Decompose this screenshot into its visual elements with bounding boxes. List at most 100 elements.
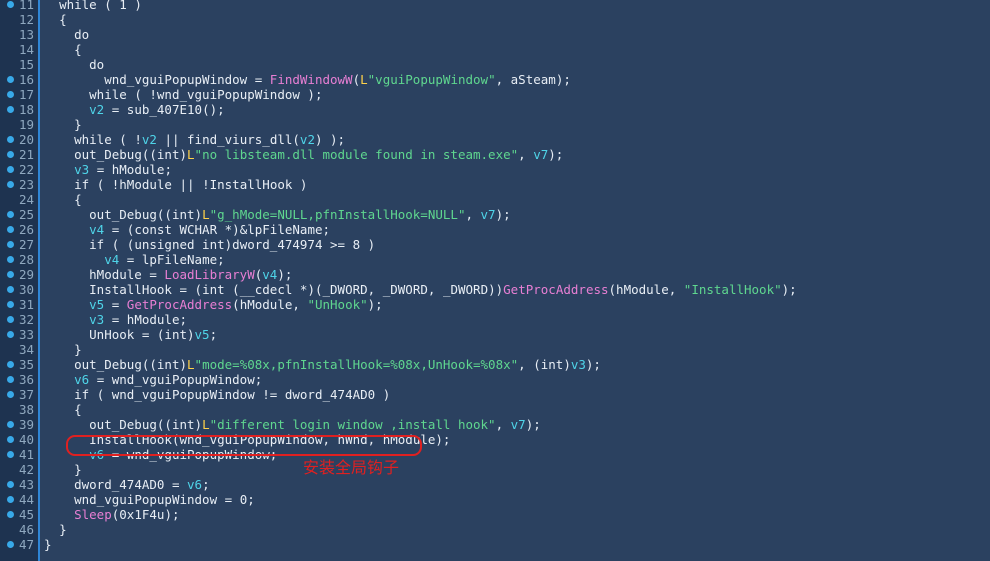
code-line[interactable]: 35 out_Debug((int)L"mode=%08x,pfnInstall… (0, 357, 990, 372)
code-text[interactable]: InstallHook = (int (__cdecl *)(_DWORD, _… (44, 282, 797, 297)
code-line[interactable]: 25 out_Debug((int)L"g_hMode=NULL,pfnInst… (0, 207, 990, 222)
token-ident: InstallHook (89, 282, 172, 297)
code-text[interactable]: while ( !wnd_vguiPopupWindow ); (44, 87, 322, 102)
code-text[interactable]: { (44, 42, 82, 57)
code-text[interactable]: dword_474AD0 = v6; (44, 477, 209, 492)
code-line[interactable]: 36 v6 = wnd_vguiPopupWindow; (0, 372, 990, 387)
code-line[interactable]: 15 do (0, 57, 990, 72)
code-text[interactable]: if ( !hModule || !InstallHook ) (44, 177, 307, 192)
code-line[interactable]: 13 do (0, 27, 990, 42)
code-line[interactable]: 26 v4 = (const WCHAR *)&lpFileName; (0, 222, 990, 237)
code-line[interactable]: 43 dword_474AD0 = v6; (0, 477, 990, 492)
code-text[interactable]: { (44, 192, 82, 207)
code-text[interactable]: do (44, 57, 104, 72)
token-plain: { (74, 402, 82, 417)
token-type: int (171, 207, 195, 222)
token-ident: lpFileName (141, 252, 218, 267)
token-fn: LoadLibraryW (164, 267, 255, 282)
code-text[interactable]: out_Debug((int)L"no libsteam.dll module … (44, 147, 563, 162)
code-text[interactable]: } (44, 342, 82, 357)
code-line[interactable]: 22 v3 = hModule; (0, 162, 990, 177)
token-var: v7 (480, 207, 496, 222)
code-line[interactable]: 18 v2 = sub_407E10(); (0, 102, 990, 117)
code-text[interactable]: v4 = lpFileName; (44, 252, 224, 267)
code-line[interactable]: 34 } (0, 342, 990, 357)
code-text[interactable]: out_Debug((int)L"mode=%08x,pfnInstallHoo… (44, 357, 601, 372)
decompiler-pseudocode-view[interactable]: 11 while ( 1 ) 12 {13 do 14 {15 do 16 wnd_v… (0, 0, 990, 561)
code-line[interactable]: 19 } (0, 117, 990, 132)
code-text[interactable]: InstallHook(wnd_vguiPopupWindow, hWnd, h… (44, 432, 450, 447)
code-line[interactable]: 12 { (0, 12, 990, 27)
code-line[interactable]: 32 v3 = hModule; (0, 312, 990, 327)
code-text[interactable]: { (44, 12, 67, 27)
token-fn: FindWindowW (269, 72, 353, 87)
token-type: _DWORD (322, 282, 368, 297)
code-line[interactable]: 42 } (0, 462, 990, 477)
code-line[interactable]: 33 UnHook = (int)v5; (0, 327, 990, 342)
token-plain: (( (156, 207, 172, 222)
code-text[interactable]: v2 = sub_407E10(); (44, 102, 224, 117)
token-plain: ); (435, 432, 451, 447)
code-line[interactable]: 38 { (0, 402, 990, 417)
code-line[interactable]: 14 { (0, 42, 990, 57)
code-line[interactable]: 46 } (0, 522, 990, 537)
code-line[interactable]: 30 InstallHook = (int (__cdecl *)(_DWORD… (0, 282, 990, 297)
code-text[interactable]: } (44, 522, 67, 537)
code-text[interactable]: if ( (unsigned int)dword_474974 >= 8 ) (44, 237, 375, 252)
code-line[interactable]: 37 if ( wnd_vguiPopupWindow != dword_474… (0, 387, 990, 402)
token-var: v6 (74, 372, 90, 387)
code-text[interactable]: while ( !v2 || find_viurs_dll(v2) ); (44, 132, 345, 147)
code-line[interactable]: 39 out_Debug((int)L"different login wind… (0, 417, 990, 432)
code-line[interactable]: 45 Sleep(0x1F4u); (0, 507, 990, 522)
token-plain: *)( (292, 282, 323, 297)
token-type: int (156, 147, 180, 162)
code-line[interactable]: 41 v6 = wnd_vguiPopupWindow; (0, 447, 990, 462)
code-line[interactable]: 44 wnd_vguiPopupWindow = 0; (0, 492, 990, 507)
token-str: "mode=%08x,pfnInstallHook=%08x,UnHook=%0… (194, 357, 519, 372)
code-line[interactable]: 20 while ( !v2 || find_viurs_dll(v2) ); (0, 132, 990, 147)
token-pfx: L (202, 417, 210, 432)
code-line[interactable]: 27 if ( (unsigned int)dword_474974 >= 8 … (0, 237, 990, 252)
token-ident: hModule (382, 432, 436, 447)
code-text[interactable]: } (44, 117, 82, 132)
code-line[interactable]: 47} (0, 537, 990, 552)
code-text[interactable]: v5 = GetProcAddress(hModule, "UnHook"); (44, 297, 383, 312)
code-text[interactable]: out_Debug((int)L"g_hMode=NULL,pfnInstall… (44, 207, 511, 222)
code-text[interactable]: v4 = (const WCHAR *)&lpFileName; (44, 222, 330, 237)
code-line[interactable]: 28 v4 = lpFileName; (0, 252, 990, 267)
code-text[interactable]: out_Debug((int)L"different login window … (44, 417, 541, 432)
code-line[interactable]: 29 hModule = LoadLibraryW(v4); (0, 267, 990, 282)
code-line[interactable]: 31 v5 = GetProcAddress(hModule, "UnHook"… (0, 297, 990, 312)
code-line[interactable]: 24 { (0, 192, 990, 207)
code-line[interactable]: 17 while ( !wnd_vguiPopupWindow ); (0, 87, 990, 102)
code-text[interactable]: wnd_vguiPopupWindow = FindWindowW(L"vgui… (44, 72, 571, 87)
code-text[interactable]: hModule = LoadLibraryW(v4); (44, 267, 292, 282)
code-text[interactable]: wnd_vguiPopupWindow = 0; (44, 492, 255, 507)
token-plain: (( (156, 417, 172, 432)
code-line[interactable]: 11 while ( 1 ) (0, 0, 990, 12)
code-text[interactable]: { (44, 402, 82, 417)
code-line[interactable]: 23 if ( !hModule || !InstallHook ) (0, 177, 990, 192)
token-ident: InstallHook (89, 432, 172, 447)
code-text[interactable]: if ( wnd_vguiPopupWindow != dword_474AD0… (44, 387, 390, 402)
code-line[interactable]: 21 out_Debug((int)L"no libsteam.dll modu… (0, 147, 990, 162)
code-text[interactable]: v3 = hModule; (44, 312, 187, 327)
code-text[interactable]: } (44, 537, 52, 552)
code-text[interactable]: v3 = hModule; (44, 162, 172, 177)
code-text[interactable]: UnHook = (int)v5; (44, 327, 217, 342)
code-text[interactable]: v6 = wnd_vguiPopupWindow; (44, 447, 277, 462)
token-plain: = ( (134, 327, 165, 342)
token-ident: UnHook (89, 327, 135, 342)
code-text[interactable]: Sleep(0x1F4u); (44, 507, 179, 522)
token-kw: if (74, 387, 90, 402)
code-text[interactable]: } (44, 462, 82, 477)
code-text[interactable]: do (44, 27, 89, 42)
code-text[interactable]: v6 = wnd_vguiPopupWindow; (44, 372, 262, 387)
token-type: __cdecl (239, 282, 293, 297)
line-number: 22 (18, 162, 34, 177)
code-line[interactable]: 40 InstallHook(wnd_vguiPopupWindow, hWnd… (0, 432, 990, 447)
code-line[interactable]: 16 wnd_vguiPopupWindow = FindWindowW(L"v… (0, 72, 990, 87)
code-text[interactable]: while ( 1 ) (44, 0, 142, 12)
